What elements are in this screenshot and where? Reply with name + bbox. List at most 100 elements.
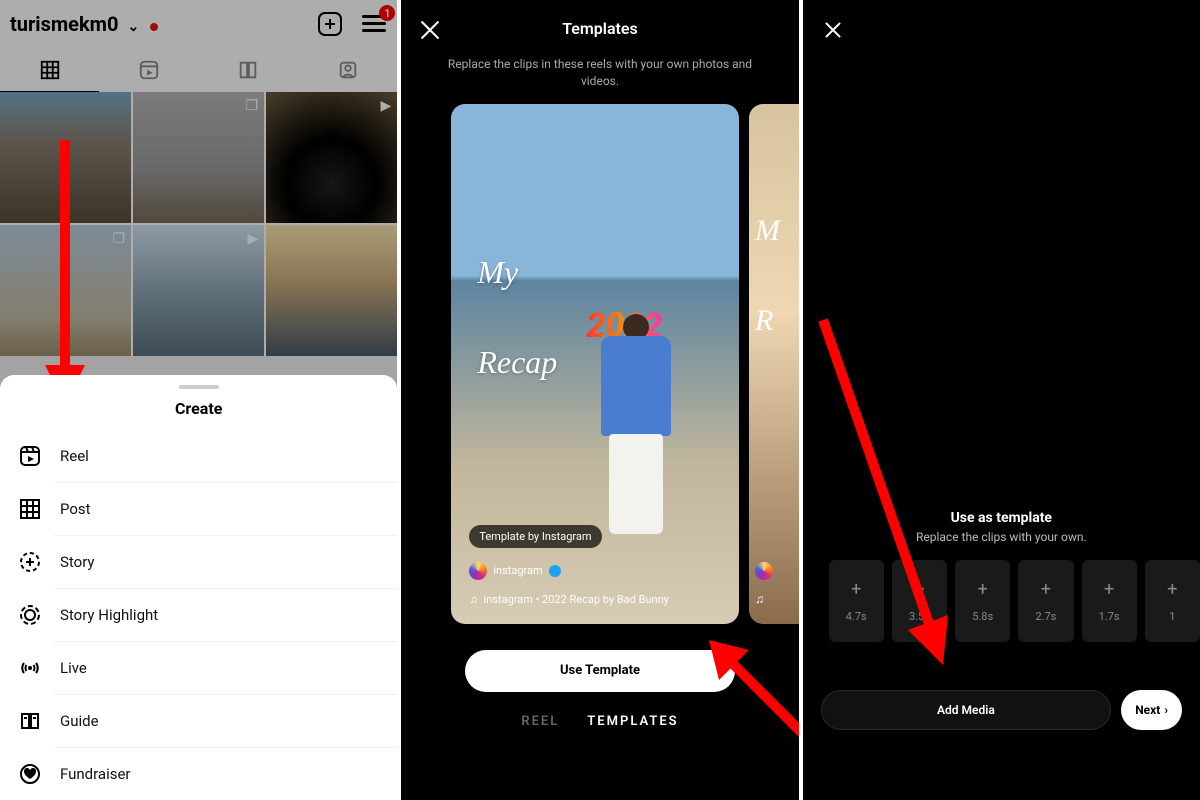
post-thumbnail[interactable]: ▶ <box>133 225 264 356</box>
fundraiser-icon <box>18 762 42 786</box>
close-button[interactable] <box>817 14 849 46</box>
grid-icon <box>18 497 42 521</box>
tab-reel[interactable]: REEL <box>521 714 559 729</box>
clip-duration: 4.7s <box>846 610 867 623</box>
peek-text-2: R <box>755 304 773 338</box>
create-option-label: Post <box>60 500 91 518</box>
carousel-icon: ❐ <box>113 231 126 247</box>
reel-icon: ▶ <box>247 231 258 247</box>
plus-icon: + <box>914 579 924 600</box>
create-option-live[interactable]: Live <box>0 642 397 694</box>
menu-badge: 1 <box>379 5 395 21</box>
template-card[interactable]: My 2022 Recap Template by Instagram inst… <box>451 104 739 624</box>
create-option-label: Guide <box>60 712 99 730</box>
guide-icon <box>18 709 42 733</box>
live-icon <box>18 656 42 680</box>
templates-title: Templates <box>562 19 638 38</box>
create-option-guide[interactable]: Guide <box>0 695 397 747</box>
sheet-title: Create <box>0 399 397 418</box>
template-author-row[interactable]: instagram <box>469 562 560 580</box>
post-thumbnail[interactable]: ❐ <box>133 92 264 223</box>
use-template-sub: Replace the clips with your own. <box>803 530 1200 544</box>
template-text-my: My <box>477 254 518 291</box>
clip-duration: 1 <box>1169 610 1175 623</box>
clip-slot[interactable]: +1 <box>1145 560 1200 642</box>
clip-slot[interactable]: +5.8s <box>955 560 1010 642</box>
music-note-icon: ♫ <box>755 592 764 606</box>
template-by-pill: Template by Instagram <box>469 525 601 548</box>
tab-templates[interactable]: TEMPLATES <box>587 714 678 729</box>
tab-reels[interactable] <box>99 48 198 92</box>
clip-slot[interactable]: +3.5s <box>892 560 947 642</box>
close-button[interactable] <box>417 18 443 44</box>
tab-guides[interactable] <box>199 48 298 92</box>
clip-duration: 3.5s <box>909 610 930 623</box>
notification-dot-icon <box>150 23 158 31</box>
reel-icon <box>18 444 42 468</box>
create-option-label: Story Highlight <box>60 606 158 624</box>
capture-mode-tabs: REEL TEMPLATES <box>401 714 798 729</box>
add-media-button[interactable]: Add Media <box>821 690 1112 730</box>
plus-square-icon <box>318 12 342 36</box>
username-label: turismekm0 <box>10 12 118 36</box>
profile-tabs <box>0 48 397 92</box>
template-card-peek[interactable]: M R ♫ <box>749 104 799 624</box>
plus-icon: + <box>978 579 988 600</box>
template-text-recap: Recap <box>477 344 557 381</box>
clip-duration: 5.8s <box>972 610 993 623</box>
clip-duration: 2.7s <box>1035 610 1056 623</box>
create-option-label: Story <box>60 553 95 571</box>
templates-header: Templates <box>401 0 798 56</box>
sheet-grabber[interactable] <box>179 385 219 389</box>
peek-avatar <box>755 562 773 580</box>
template-photo-subject <box>591 314 681 534</box>
profile-screen: turismekm0 ⌄ 1 <box>0 0 397 800</box>
post-thumbnail[interactable] <box>0 92 131 223</box>
create-option-story[interactable]: Story <box>0 536 397 588</box>
clip-slot[interactable]: +2.7s <box>1018 560 1073 642</box>
plus-icon: + <box>851 579 861 600</box>
template-music-label: instagram • 2022 Recap by Bad Bunny <box>484 593 669 606</box>
peek-text-1: M <box>755 214 780 248</box>
plus-icon: + <box>1167 579 1177 600</box>
create-option-label: Fundraiser <box>60 765 131 783</box>
create-option-highlight[interactable]: Story Highlight <box>0 589 397 641</box>
posts-grid: ❐ ▶ ❐ ▶ <box>0 92 397 356</box>
music-note-icon: ♫ <box>469 593 477 606</box>
profile-top-bar: turismekm0 ⌄ 1 <box>0 0 397 48</box>
create-option-label: Reel <box>60 447 89 465</box>
use-as-template-screen: Use as template Replace the clips with y… <box>803 0 1200 800</box>
instagram-avatar-icon <box>755 562 773 580</box>
instagram-avatar-icon <box>469 562 487 580</box>
chevron-down-icon: ⌄ <box>127 19 139 35</box>
post-thumbnail[interactable]: ▶ <box>266 92 397 223</box>
verified-icon <box>549 565 561 577</box>
post-thumbnail[interactable]: ❐ <box>0 225 131 356</box>
carousel-icon: ❐ <box>246 98 259 114</box>
use-template-header: Use as template Replace the clips with y… <box>803 510 1200 544</box>
create-option-label: Live <box>60 659 87 677</box>
clip-slot[interactable]: +1.7s <box>1082 560 1137 642</box>
next-button[interactable]: Next › <box>1121 690 1182 730</box>
templates-screen: Templates Replace the clips in these ree… <box>401 0 798 800</box>
username-switcher[interactable]: turismekm0 ⌄ <box>10 12 158 36</box>
create-option-post[interactable]: Post <box>0 483 397 535</box>
template-carousel[interactable]: My 2022 Recap Template by Instagram inst… <box>401 104 798 624</box>
plus-icon: + <box>1041 579 1051 600</box>
create-option-reel[interactable]: Reel <box>0 430 397 482</box>
create-sheet: Create Reel Post Story Story Highlight <box>0 375 397 800</box>
create-button[interactable] <box>317 11 343 37</box>
clip-slots-row[interactable]: +4.7s +3.5s +5.8s +2.7s +1.7s +1 <box>829 560 1200 642</box>
template-music-row[interactable]: ♫ instagram • 2022 Recap by Bad Bunny <box>469 593 669 606</box>
chevron-right-icon: › <box>1164 703 1168 717</box>
template-author-name: instagram <box>493 564 542 577</box>
post-thumbnail[interactable] <box>266 225 397 356</box>
clip-slot[interactable]: +4.7s <box>829 560 884 642</box>
use-template-button[interactable]: Use Template <box>465 650 735 692</box>
templates-subtitle: Replace the clips in these reels with yo… <box>401 56 798 104</box>
highlight-icon <box>18 603 42 627</box>
create-option-fundraiser[interactable]: Fundraiser <box>0 748 397 800</box>
menu-button[interactable]: 1 <box>361 11 387 37</box>
tab-tagged[interactable] <box>298 48 397 92</box>
tab-posts[interactable] <box>0 48 99 92</box>
